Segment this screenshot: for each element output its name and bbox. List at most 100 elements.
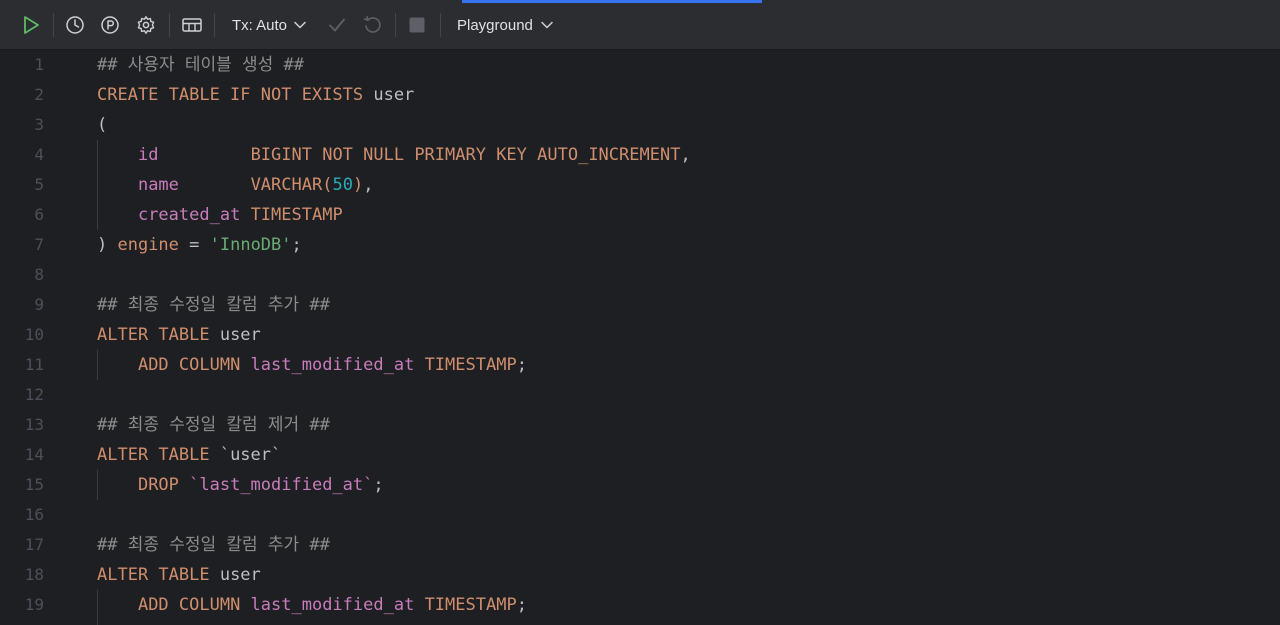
commit-button[interactable] [324, 12, 350, 38]
code-token: `user` [219, 445, 282, 465]
line-number: 5 [34, 175, 44, 194]
code-line[interactable]: 6 created_at TIMESTAMP [0, 200, 1280, 230]
tx-mode-dropdown[interactable]: Tx: Auto [224, 12, 316, 38]
code-text: ALTER TABLE user [97, 320, 261, 350]
code-line[interactable]: 19 ADD COLUMN last_modified_at TIMESTAMP… [0, 590, 1280, 620]
code-token: 50 [332, 175, 353, 195]
code-line[interactable]: 11 ADD COLUMN last_modified_at TIMESTAMP… [0, 350, 1280, 380]
code-text: CREATE TABLE IF NOT EXISTS user [97, 80, 414, 110]
code-token: ( [97, 115, 108, 135]
sql-editor[interactable]: 1 ## 사용자 테이블 생성 ## 2 CREATE TABLE IF NOT EX… [0, 50, 1280, 625]
code-token: ADD COLUMN [137, 355, 251, 375]
stop-icon [408, 16, 426, 34]
line-number: 13 [24, 415, 44, 434]
code-text: id BIGINT NOT NULL PRIMARY KEY AUTO_INCR… [97, 140, 691, 170]
code-line[interactable]: 2 CREATE TABLE IF NOT EXISTS user [0, 80, 1280, 110]
code-line[interactable]: 14 ALTER TABLE `user` [0, 440, 1280, 470]
parameters-button[interactable] [97, 12, 123, 38]
code-line[interactable]: 16 [0, 500, 1280, 530]
run-icon [22, 15, 40, 35]
code-token: VARCHAR( [250, 175, 333, 195]
code-text: name VARCHAR(50), [97, 170, 373, 200]
code-token: ) [97, 235, 118, 255]
code-token: `last_modified_at` [189, 475, 374, 495]
settings-icon [136, 15, 156, 35]
line-number: 14 [24, 445, 44, 464]
code-text: ## 최종 수정일 칼럼 추가 ## [97, 530, 330, 560]
line-number: 17 [24, 535, 44, 554]
playground-dropdown[interactable]: Playground [450, 12, 566, 38]
code-token: ## 사용자 테이블 생성 ## [97, 55, 304, 75]
history-button[interactable] [62, 12, 88, 38]
code-token: created_at [137, 205, 241, 225]
code-line[interactable]: 18 ALTER TABLE user [0, 560, 1280, 590]
code-line[interactable]: 7 ) engine = 'InnoDB'; [0, 230, 1280, 260]
code-text: created_at TIMESTAMP [97, 200, 343, 230]
playground-label: Playground [457, 16, 533, 34]
code-text: DROP `last_modified_at`; [97, 470, 384, 500]
code-token: user [219, 565, 261, 585]
line-number: 16 [24, 505, 44, 524]
code-token: ) [352, 175, 364, 195]
line-number: 8 [34, 265, 44, 284]
code-line[interactable]: 5 name VARCHAR(50), [0, 170, 1280, 200]
line-number: 10 [24, 325, 44, 344]
line-number: 19 [24, 595, 44, 614]
line-number: 2 [34, 85, 44, 104]
line-number: 15 [24, 475, 44, 494]
code-token: last_modified_at [250, 355, 415, 375]
code-line[interactable]: 10 ALTER TABLE user [0, 320, 1280, 350]
toolbar-separator [169, 13, 170, 37]
stop-button[interactable] [404, 12, 430, 38]
code-line[interactable]: 13 ## 최종 수정일 칼럼 제거 ## [0, 410, 1280, 440]
code-line[interactable]: 3( [0, 110, 1280, 140]
code-token: ADD COLUMN [137, 595, 251, 615]
code-line[interactable]: 4 id BIGINT NOT NULL PRIMARY KEY AUTO_IN… [0, 140, 1280, 170]
toolbar-separator [214, 13, 215, 37]
code-line[interactable]: 9 ## 최종 수정일 칼럼 추가 ## [0, 290, 1280, 320]
code-token: ## 최종 수정일 칼럼 추가 ## [97, 295, 330, 315]
code-token: ALTER TABLE [97, 445, 220, 465]
rollback-icon [362, 15, 382, 35]
code-text: ( [97, 110, 107, 140]
code-line[interactable]: 17 ## 최종 수정일 칼럼 추가 ## [0, 530, 1280, 560]
line-number: 7 [34, 235, 44, 254]
code-text: ## 최종 수정일 칼럼 제거 ## [97, 410, 330, 440]
code-token: BIGINT NOT NULL PRIMARY KEY AUTO_INCREME… [250, 145, 681, 165]
code-token: DROP [137, 475, 190, 495]
code-token: ALTER TABLE [97, 565, 220, 585]
code-line[interactable]: 1 ## 사용자 테이블 생성 ## [0, 50, 1280, 80]
code-line[interactable]: 8 [0, 260, 1280, 290]
toolbar: Tx: Auto Playground [0, 0, 1280, 50]
code-token: engine [117, 235, 179, 255]
history-icon [65, 15, 85, 35]
settings-button[interactable] [133, 12, 159, 38]
code-line[interactable]: 15 DROP `last_modified_at`; [0, 470, 1280, 500]
rollback-button[interactable] [359, 12, 385, 38]
code-token: user [219, 325, 261, 345]
code-text: ALTER TABLE `user` [97, 440, 281, 470]
table-view-icon [181, 16, 203, 34]
code-text: ) engine = 'InnoDB'; [97, 230, 302, 260]
parameters-icon [100, 15, 120, 35]
code-text: ADD COLUMN last_modified_at TIMESTAMP; [97, 590, 527, 620]
code-token: ALTER TABLE [97, 325, 220, 345]
code-line[interactable]: 12 [0, 380, 1280, 410]
code-token: ; [291, 235, 302, 255]
code-token: TIMESTAMP [424, 595, 517, 615]
table-view-button[interactable] [178, 12, 206, 38]
code-token: TIMESTAMP [250, 205, 343, 225]
code-text: ALTER TABLE user [97, 560, 261, 590]
active-tab-indicator [462, 0, 762, 3]
run-button[interactable] [17, 12, 45, 38]
line-number: 18 [24, 565, 44, 584]
code-token: 'InnoDB' [209, 235, 292, 255]
